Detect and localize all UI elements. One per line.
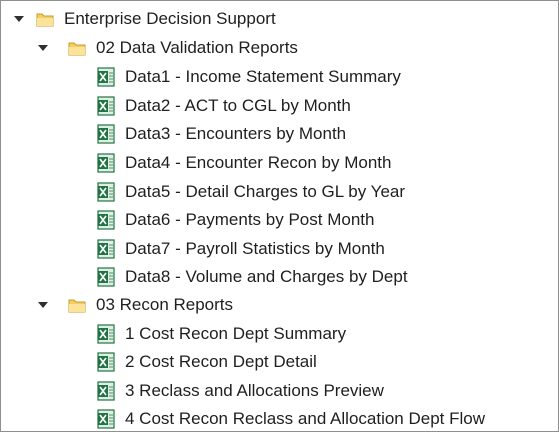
expand-collapse-toggle[interactable] [37, 299, 49, 311]
report-item-data2[interactable]: Data2 - ACT to CGL by Month [1, 92, 558, 120]
report-item-cost-recon-dept-summary[interactable]: 1 Cost Recon Dept Summary [1, 320, 558, 348]
excel-file-icon [97, 352, 115, 372]
folder-icon [68, 42, 86, 56]
folder-icon [36, 13, 54, 27]
tree-node-label: 02 Data Validation Reports [96, 38, 298, 57]
report-item-cost-recon-dept-detail[interactable]: 2 Cost Recon Dept Detail [1, 348, 558, 376]
report-label: 2 Cost Recon Dept Detail [125, 352, 317, 371]
excel-file-icon [97, 239, 115, 259]
excel-file-icon [97, 210, 115, 230]
report-label: Data2 - ACT to CGL by Month [125, 96, 351, 115]
excel-file-icon [97, 124, 115, 144]
folder-icon [68, 299, 86, 313]
excel-file-icon [97, 409, 115, 429]
tree-node-label: 03 Recon Reports [96, 295, 234, 314]
report-label: 3 Reclass and Allocations Preview [125, 381, 384, 400]
excel-file-icon [97, 153, 115, 173]
report-label: 1 Cost Recon Dept Summary [125, 324, 347, 343]
excel-file-icon [97, 381, 115, 401]
excel-file-icon [97, 324, 115, 344]
report-label: Data5 - Detail Charges to GL by Year [125, 182, 406, 201]
report-label: Data3 - Encounters by Month [125, 124, 347, 143]
tree-node-label: Enterprise Decision Support [64, 9, 276, 28]
report-label: Data4 - Encounter Recon by Month [125, 153, 392, 172]
report-item-data3[interactable]: Data3 - Encounters by Month [1, 120, 558, 148]
tree-node-enterprise-decision-support[interactable]: Enterprise Decision Support [1, 5, 558, 33]
report-item-data1[interactable]: Data1 - Income Statement Summary [1, 63, 558, 91]
report-item-data8[interactable]: Data8 - Volume and Charges by Dept [1, 263, 558, 291]
tree-node-03-recon-reports[interactable]: 03 Recon Reports [1, 291, 558, 319]
excel-file-icon [97, 182, 115, 202]
excel-file-icon [97, 267, 115, 287]
report-label: 4 Cost Recon Reclass and Allocation Dept… [125, 409, 486, 428]
tree-view: Enterprise Decision Support 02 Data Vali… [0, 0, 559, 432]
report-item-cost-recon-reclass-allocation-dept-flow[interactable]: 4 Cost Recon Reclass and Allocation Dept… [1, 405, 558, 431]
report-item-reclass-allocations-preview[interactable]: 3 Reclass and Allocations Preview [1, 377, 558, 405]
report-label: Data6 - Payments by Post Month [125, 210, 375, 229]
report-item-data7[interactable]: Data7 - Payroll Statistics by Month [1, 235, 558, 263]
report-item-data6[interactable]: Data6 - Payments by Post Month [1, 206, 558, 234]
report-label: Data8 - Volume and Charges by Dept [125, 267, 408, 286]
excel-file-icon [97, 67, 115, 87]
expand-collapse-toggle[interactable] [37, 42, 49, 54]
report-label: Data1 - Income Statement Summary [125, 67, 401, 86]
expand-collapse-toggle[interactable] [13, 13, 25, 25]
report-label: Data7 - Payroll Statistics by Month [125, 239, 385, 258]
tree-node-02-data-validation-reports[interactable]: 02 Data Validation Reports [1, 34, 558, 62]
report-item-data4[interactable]: Data4 - Encounter Recon by Month [1, 149, 558, 177]
report-item-data5[interactable]: Data5 - Detail Charges to GL by Year [1, 178, 558, 206]
excel-file-icon [97, 96, 115, 116]
